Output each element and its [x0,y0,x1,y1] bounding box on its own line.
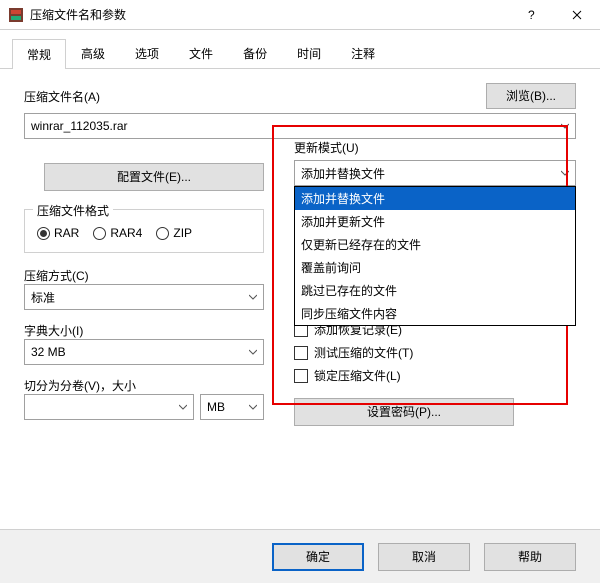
chevron-down-icon [249,293,257,301]
dropdown-item[interactable]: 跳过已存在的文件 [295,279,575,302]
tab-panel-general: 压缩文件名(A) 浏览(B)... winrar_112035.rar 配置文件… [0,69,600,444]
chevron-down-icon [249,348,257,356]
set-password-button[interactable]: 设置密码(P)... [294,398,514,426]
radio-zip[interactable]: ZIP [156,226,192,240]
split-label: 切分为分卷(V)，大小 [24,377,264,394]
radio-rar4[interactable]: RAR4 [93,226,142,240]
format-group-title: 压缩文件格式 [33,202,113,219]
close-button[interactable] [554,0,600,29]
title-bar: 压缩文件名和参数 ? [0,0,600,30]
chevron-down-icon [249,403,257,411]
update-mode-select[interactable]: 添加并替换文件 [294,160,576,186]
tab-general[interactable]: 常规 [12,39,66,69]
checkbox-test[interactable]: 测试压缩的文件(T) [294,344,576,361]
method-select[interactable]: 标准 [24,284,264,310]
format-group: 压缩文件格式 RAR RAR4 ZIP [24,209,264,253]
tab-comment[interactable]: 注释 [336,38,390,68]
filename-value: winrar_112035.rar [31,119,128,133]
tab-bar: 常规 高级 选项 文件 备份 时间 注释 [0,30,600,69]
dropdown-item[interactable]: 覆盖前询问 [295,256,575,279]
tab-time[interactable]: 时间 [282,38,336,68]
filename-input[interactable]: winrar_112035.rar [24,113,576,139]
window-title: 压缩文件名和参数 [30,6,508,23]
filename-label: 压缩文件名(A) [24,88,100,105]
dialog-footer: 确定 取消 帮助 [0,529,600,583]
split-size-input[interactable] [24,394,194,420]
browse-button[interactable]: 浏览(B)... [486,83,576,109]
tab-files[interactable]: 文件 [174,38,228,68]
app-icon [8,7,24,23]
cancel-button[interactable]: 取消 [378,543,470,571]
dropdown-item[interactable]: 添加并替换文件 [295,187,575,210]
split-unit-select[interactable]: MB [200,394,264,420]
tab-options[interactable]: 选项 [120,38,174,68]
method-label: 压缩方式(C) [24,267,264,284]
dropdown-item[interactable]: 仅更新已经存在的文件 [295,233,575,256]
chevron-down-icon [561,122,569,130]
profiles-button[interactable]: 配置文件(E)... [44,163,264,191]
update-mode-label: 更新模式(U) [294,139,576,156]
radio-rar[interactable]: RAR [37,226,79,240]
help-button[interactable]: 帮助 [484,543,576,571]
dict-select[interactable]: 32 MB [24,339,264,365]
chevron-down-icon [561,169,569,177]
dict-label: 字典大小(I) [24,322,264,339]
help-button[interactable]: ? [508,0,554,29]
checkbox-lock[interactable]: 锁定压缩文件(L) [294,367,576,384]
chevron-down-icon [179,403,187,411]
tab-backup[interactable]: 备份 [228,38,282,68]
dropdown-item[interactable]: 添加并更新文件 [295,210,575,233]
dropdown-item[interactable]: 同步压缩文件内容 [295,302,575,325]
update-mode-dropdown: 添加并替换文件 添加并更新文件 仅更新已经存在的文件 覆盖前询问 跳过已存在的文… [294,186,576,326]
svg-text:?: ? [528,10,535,20]
ok-button[interactable]: 确定 [272,543,364,571]
tab-advanced[interactable]: 高级 [66,38,120,68]
